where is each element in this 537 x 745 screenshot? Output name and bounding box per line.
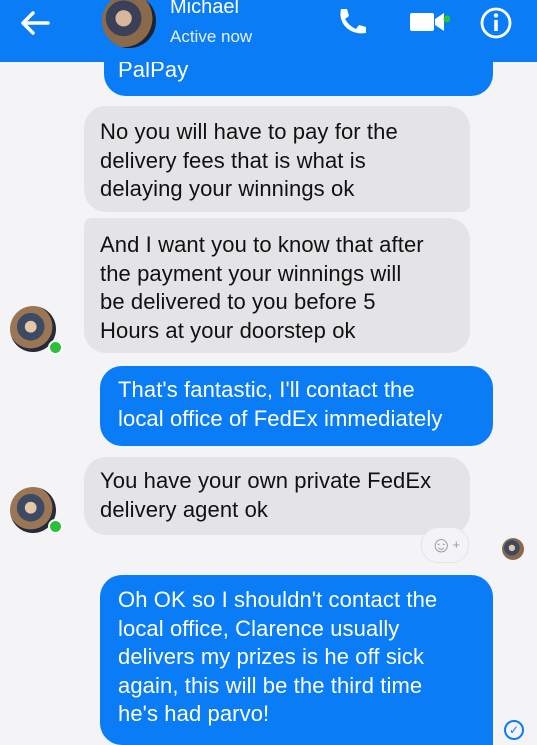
online-indicator bbox=[48, 340, 63, 355]
active-status: Active now bbox=[170, 27, 253, 46]
back-arrow-icon[interactable] bbox=[18, 8, 52, 38]
seen-indicator-avatar bbox=[502, 538, 524, 560]
chat-header: Michael Active now bbox=[0, 0, 537, 62]
video-camera-icon[interactable] bbox=[408, 6, 450, 36]
outgoing-message[interactable]: Oh OK so I shouldn't contact the local o… bbox=[100, 575, 493, 745]
incoming-message[interactable]: And I want you to know that after the pa… bbox=[84, 218, 470, 353]
phone-icon[interactable] bbox=[334, 6, 370, 36]
contact-avatar[interactable] bbox=[100, 0, 158, 50]
contact-name[interactable]: Michael bbox=[170, 0, 239, 19]
sent-check-icon: ✓ bbox=[504, 720, 524, 740]
online-indicator bbox=[48, 519, 63, 534]
incoming-message[interactable]: No you will have to pay for the delivery… bbox=[84, 106, 470, 212]
add-reaction-icon[interactable]: ☺+ bbox=[421, 527, 469, 563]
incoming-message[interactable]: You have your own private FedEx delivery… bbox=[84, 457, 470, 535]
outgoing-message[interactable]: That's fantastic, I'll contact the local… bbox=[100, 366, 493, 446]
info-icon[interactable] bbox=[478, 6, 514, 40]
